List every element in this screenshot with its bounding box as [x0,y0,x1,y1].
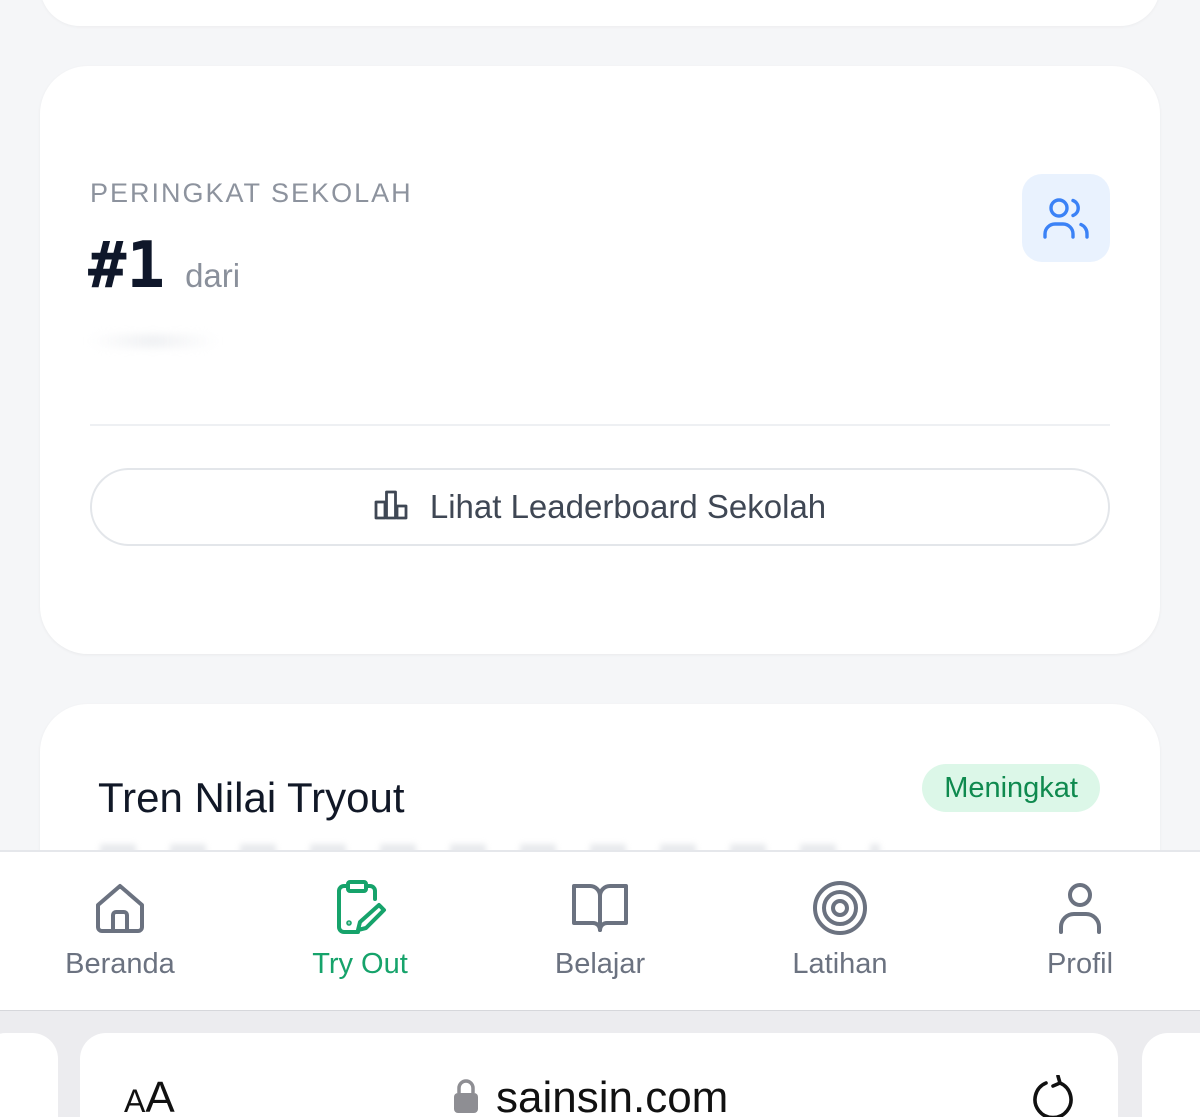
address-bar[interactable]: AA sainsin.com [80,1033,1118,1117]
school-ranking-card: PERINGKAT SEKOLAH #1 dari Lihat Leaderbo… [40,66,1160,654]
text-size-small-glyph: A [124,1083,146,1117]
ranking-suffix: dari [185,257,241,294]
bottom-navigation: Beranda Try Out Belajar Latihan Profil [0,850,1200,1010]
view-leaderboard-label: Lihat Leaderboard Sekolah [429,488,827,525]
url-display[interactable]: sainsin.com [452,1073,728,1117]
url-text: sainsin.com [496,1073,729,1117]
nav-item-latihan[interactable]: Latihan [720,852,960,1010]
ranking-value-row: #1 dari [88,234,240,298]
app-screen: PERINGKAT SEKOLAH #1 dari Lihat Leaderbo… [0,0,1200,1117]
clipboard-edit-icon [330,878,390,938]
nav-label: Try Out [312,948,408,980]
users-icon [1022,174,1110,262]
nav-label: Profil [1046,948,1114,980]
target-icon [810,878,870,938]
lock-icon [452,1078,480,1117]
ranking-total-blurred [88,334,218,348]
trend-title: Tren Nilai Tryout [98,774,405,821]
trend-status-badge: Meningkat [922,764,1100,812]
nav-item-try-out[interactable]: Try Out [240,852,480,1010]
browser-toolbar: AA sainsin.com [0,1010,1200,1117]
reload-icon[interactable] [1030,1074,1078,1117]
nav-item-belajar[interactable]: Belajar [480,852,720,1010]
text-size-large-glyph: A [145,1073,175,1117]
nav-item-beranda[interactable]: Beranda [0,852,240,1010]
card-divider [90,424,1110,426]
next-tab[interactable] [1142,1033,1200,1117]
nav-label: Beranda [65,948,175,980]
home-icon [90,878,150,938]
ranking-label: PERINGKAT SEKOLAH [90,178,413,208]
ranking-value: #1 [88,229,166,303]
nav-label: Belajar [554,948,646,980]
user-icon [1050,878,1110,938]
previous-card [40,0,1160,26]
bar-chart-icon [374,490,408,525]
previous-tab[interactable] [0,1033,58,1117]
nav-item-profil[interactable]: Profil [960,852,1200,1010]
book-open-icon [570,878,630,938]
view-leaderboard-button[interactable]: Lihat Leaderboard Sekolah [90,468,1110,546]
nav-label: Latihan [792,948,888,980]
text-size-button[interactable]: AA [124,1073,175,1117]
